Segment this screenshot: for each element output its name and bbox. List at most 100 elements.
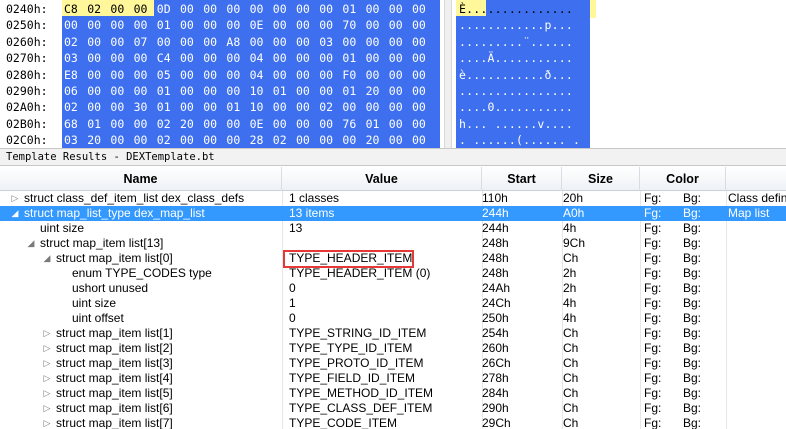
hex-byte[interactable]: 02 bbox=[319, 100, 333, 114]
cell-name[interactable]: uint size bbox=[0, 221, 282, 236]
hex-byte[interactable]: 00 bbox=[226, 68, 240, 82]
hex-byte[interactable]: 00 bbox=[87, 51, 101, 65]
hex-byte[interactable]: 02 bbox=[64, 35, 78, 49]
hex-byte[interactable]: 00 bbox=[226, 51, 240, 65]
hex-bytes[interactable]: E8 00 00 00 05 00 00 00 04 00 00 00 F0 00 00 00 bbox=[62, 65, 440, 84]
hex-byte[interactable]: 00 bbox=[319, 133, 333, 147]
expand-arrow-icon[interactable]: ▷ bbox=[42, 386, 52, 401]
hex-byte[interactable]: 00 bbox=[87, 35, 101, 49]
hex-byte[interactable]: 01 bbox=[342, 84, 356, 98]
hex-byte[interactable]: 01 bbox=[226, 100, 240, 114]
hex-byte[interactable]: 10 bbox=[250, 84, 264, 98]
table-row[interactable]: ◢ struct map_item list[13] 248h 9Ch Fg: Bg: bbox=[0, 236, 786, 251]
cell-name[interactable]: ◢ struct map_item list[13] bbox=[0, 236, 282, 251]
hex-byte[interactable]: 00 bbox=[110, 51, 124, 65]
hex-byte[interactable]: 00 bbox=[412, 2, 426, 16]
hex-byte[interactable]: 00 bbox=[64, 18, 78, 32]
cell-value[interactable]: 0 bbox=[289, 311, 479, 326]
cell-name[interactable]: uint offset bbox=[0, 311, 282, 326]
expand-arrow-icon[interactable]: ▷ bbox=[10, 191, 20, 206]
hex-byte[interactable]: 0D bbox=[157, 2, 171, 16]
hex-byte[interactable]: 00 bbox=[412, 18, 426, 32]
hex-byte[interactable]: 00 bbox=[273, 18, 287, 32]
table-row[interactable]: ▷ struct class_def_item_list dex_class_de… bbox=[0, 191, 786, 206]
cell-value[interactable]: 13 bbox=[289, 221, 479, 236]
hex-byte[interactable]: 01 bbox=[366, 117, 380, 131]
column-header-size[interactable]: Size bbox=[562, 167, 640, 191]
hex-byte[interactable]: 28 bbox=[250, 133, 264, 147]
hex-byte[interactable]: 20 bbox=[87, 133, 101, 147]
hex-byte[interactable]: C4 bbox=[157, 51, 171, 65]
cell-value[interactable]: 13 items bbox=[289, 206, 479, 221]
hex-byte[interactable]: 00 bbox=[203, 18, 217, 32]
expand-arrow-icon[interactable]: ▷ bbox=[42, 326, 52, 341]
hex-byte[interactable]: 68 bbox=[64, 117, 78, 131]
hex-byte[interactable]: 00 bbox=[110, 133, 124, 147]
table-row[interactable]: ▷ struct map_item list[2] TYPE_TYPE_ID_ITE… bbox=[0, 341, 786, 356]
cell-name[interactable]: ▷ struct map_item list[5] bbox=[0, 386, 282, 401]
hex-ascii[interactable]: . ......(...... . bbox=[456, 131, 590, 148]
hex-byte[interactable]: 00 bbox=[319, 84, 333, 98]
hex-byte[interactable]: 70 bbox=[342, 18, 356, 32]
hex-byte[interactable]: 00 bbox=[296, 117, 310, 131]
hex-byte[interactable]: 00 bbox=[319, 18, 333, 32]
hex-byte[interactable]: 00 bbox=[296, 100, 310, 114]
hex-byte[interactable]: 00 bbox=[342, 133, 356, 147]
hex-byte[interactable]: 00 bbox=[134, 2, 148, 16]
cell-name[interactable]: enum TYPE_CODES type bbox=[0, 266, 282, 281]
expand-arrow-icon[interactable]: ▷ bbox=[42, 371, 52, 386]
hex-row[interactable]: 02C0h: 03 20 00 00 02 00 00 00 28 02 00 00 00 20 00 00 . … bbox=[0, 131, 786, 148]
hex-byte[interactable]: 00 bbox=[134, 18, 148, 32]
hex-ascii[interactable]: È............... bbox=[456, 0, 590, 18]
table-row[interactable]: ▷ struct map_item list[7] TYPE_CODE_ITEM 29… bbox=[0, 416, 786, 429]
hex-byte[interactable]: 00 bbox=[296, 84, 310, 98]
hex-bytes[interactable]: C8 02 00 00 0D 00 00 00 00 00 00 00 01 00 00 00 bbox=[62, 0, 440, 18]
hex-byte[interactable]: 04 bbox=[250, 51, 264, 65]
hex-byte[interactable]: E8 bbox=[64, 68, 78, 82]
table-row[interactable]: ◢ struct map_list_type dex_map_list 13 ite… bbox=[0, 206, 786, 221]
cell-value[interactable]: 1 bbox=[289, 296, 479, 311]
hex-row[interactable]: 0290h: 06 00 00 00 01 00 00 00 10 01 00 00 01 20 00 00..… bbox=[0, 82, 786, 100]
hex-byte[interactable]: 00 bbox=[180, 51, 194, 65]
hex-byte[interactable]: 02 bbox=[273, 133, 287, 147]
hex-ascii[interactable]: ............p... bbox=[456, 16, 590, 35]
expand-arrow-icon[interactable]: ▷ bbox=[42, 416, 52, 429]
cell-value[interactable]: 0 bbox=[289, 281, 479, 296]
hex-byte[interactable]: 00 bbox=[203, 117, 217, 131]
hex-byte[interactable]: 00 bbox=[180, 35, 194, 49]
hex-byte[interactable]: 00 bbox=[389, 51, 403, 65]
hex-byte[interactable]: 00 bbox=[389, 35, 403, 49]
hex-byte[interactable]: 00 bbox=[273, 51, 287, 65]
hex-row[interactable]: 02A0h: 02 00 00 30 01 00 00 01 10 00 00 02 00 00 00 00..… bbox=[0, 98, 786, 117]
hex-byte[interactable]: 00 bbox=[389, 68, 403, 82]
cell-name[interactable]: ▷ struct class_def_item_list dex_class_de… bbox=[0, 191, 282, 206]
hex-byte[interactable]: 00 bbox=[296, 68, 310, 82]
hex-byte[interactable]: 00 bbox=[273, 117, 287, 131]
hex-byte[interactable]: 02 bbox=[157, 133, 171, 147]
hex-byte[interactable]: 10 bbox=[250, 100, 264, 114]
hex-byte[interactable]: 00 bbox=[226, 84, 240, 98]
hex-byte[interactable]: 00 bbox=[134, 117, 148, 131]
hex-byte[interactable]: 00 bbox=[110, 100, 124, 114]
hex-byte[interactable]: 00 bbox=[389, 117, 403, 131]
hex-byte[interactable]: 01 bbox=[157, 84, 171, 98]
expand-arrow-icon[interactable]: ▷ bbox=[42, 341, 52, 356]
hex-byte[interactable]: 00 bbox=[87, 100, 101, 114]
hex-byte[interactable]: 76 bbox=[342, 117, 356, 131]
hex-byte[interactable]: 00 bbox=[319, 2, 333, 16]
hex-ascii[interactable]: ....Ä........... bbox=[456, 49, 590, 68]
cell-name[interactable]: ushort unused bbox=[0, 281, 282, 296]
hex-byte[interactable]: 00 bbox=[296, 18, 310, 32]
table-row[interactable]: ▷ struct map_item list[5] TYPE_METHOD_ID_I… bbox=[0, 386, 786, 401]
cell-name[interactable]: ▷ struct map_item list[6] bbox=[0, 401, 282, 416]
column-header-color[interactable]: Color bbox=[640, 167, 726, 191]
hex-byte[interactable]: 03 bbox=[319, 35, 333, 49]
hex-byte[interactable]: 00 bbox=[180, 84, 194, 98]
hex-byte[interactable]: 00 bbox=[226, 117, 240, 131]
hex-byte[interactable]: 00 bbox=[366, 51, 380, 65]
cell-value[interactable]: TYPE_HEADER_ITEM (0) bbox=[289, 266, 479, 281]
table-row[interactable]: enum TYPE_CODES type TYPE_HEADER_ITEM (0)… bbox=[0, 266, 786, 281]
hex-ascii[interactable]: h... ......v.... bbox=[456, 114, 590, 133]
cell-name[interactable]: ▷ struct map_item list[3] bbox=[0, 356, 282, 371]
hex-byte[interactable]: 01 bbox=[157, 18, 171, 32]
